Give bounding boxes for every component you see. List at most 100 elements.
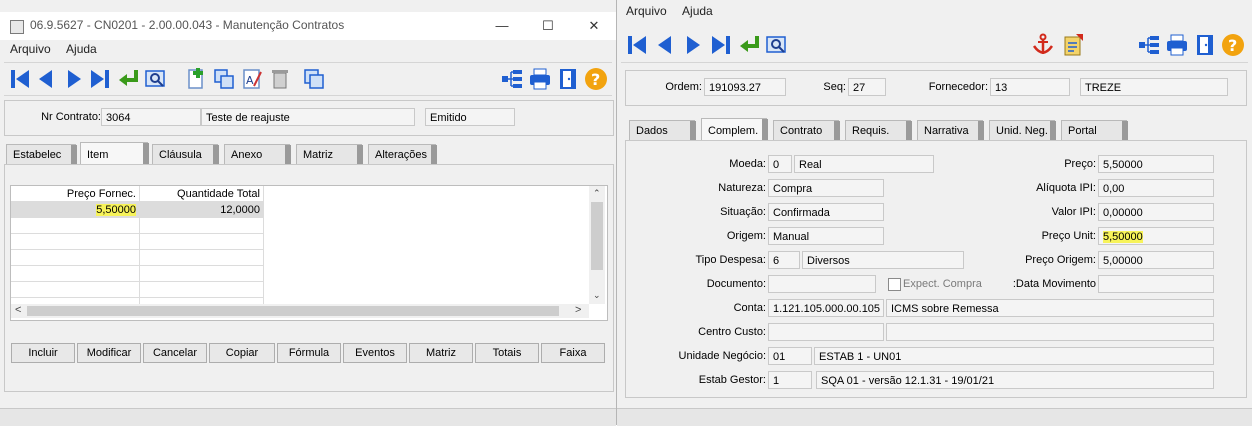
tab-complem[interactable]: Complem. — [701, 118, 768, 141]
exit-door-icon[interactable] — [556, 67, 580, 91]
conta-field[interactable]: 1.121.105.000.00.105 — [768, 299, 884, 317]
exit-door-icon[interactable] — [1193, 33, 1217, 57]
delete-record-icon[interactable] — [268, 67, 292, 91]
help-icon[interactable]: ? — [584, 67, 608, 91]
empty-cell[interactable] — [11, 234, 140, 250]
empty-cell[interactable] — [140, 234, 264, 250]
empty-cell[interactable] — [11, 266, 140, 282]
table-row-cell-preco[interactable]: 5,50000 — [11, 202, 140, 218]
horizontal-scrollbar-thumb[interactable] — [27, 306, 559, 316]
scroll-left-arrow-icon[interactable]: < — [15, 304, 21, 316]
fornecedor-code-field[interactable]: 13 — [990, 78, 1070, 96]
scroll-up-arrow-icon[interactable]: ⌃ — [593, 188, 601, 199]
tab-alteracoes[interactable]: Alterações — [368, 144, 437, 165]
items-grid[interactable]: Preço Fornec. Quantidade Total 5,50000 1… — [10, 185, 608, 321]
preco-unit-field[interactable]: 5,50000 — [1098, 227, 1214, 245]
empty-cell[interactable] — [140, 250, 264, 266]
next-record-icon[interactable] — [62, 67, 86, 91]
empty-cell[interactable] — [140, 218, 264, 234]
tipo-despesa-code-field[interactable]: 6 — [768, 251, 800, 269]
faixa-button[interactable]: Faixa — [541, 343, 605, 363]
new-record-icon[interactable] — [184, 67, 208, 91]
empty-cell[interactable] — [140, 282, 264, 298]
anchor-icon[interactable] — [1031, 33, 1055, 57]
situacao-field[interactable]: Confirmada — [768, 203, 884, 221]
close-button[interactable]: ✕ — [572, 14, 616, 38]
table-row-cell-quantidade[interactable]: 12,0000 — [140, 202, 264, 218]
last-record-icon[interactable] — [88, 67, 112, 91]
go-to-icon[interactable] — [737, 33, 761, 57]
tab-anexo[interactable]: Anexo — [224, 144, 291, 165]
last-record-icon[interactable] — [709, 33, 733, 57]
valor-ipi-field[interactable]: 0,00000 — [1098, 203, 1214, 221]
menu-ajuda[interactable]: Ajuda — [66, 42, 97, 56]
estab-gestor-code-field[interactable]: 1 — [768, 371, 812, 389]
scrollbar-thumb[interactable] — [591, 202, 603, 270]
print-icon[interactable] — [1165, 33, 1189, 57]
tab-estabelec[interactable]: Estabelec — [6, 144, 77, 165]
empty-cell[interactable] — [140, 266, 264, 282]
tab-clausula[interactable]: Cláusula — [152, 144, 219, 165]
tab-dados[interactable]: Dados — [629, 120, 696, 141]
minimize-button[interactable]: — — [480, 14, 524, 38]
centro-custo-field[interactable] — [768, 323, 884, 341]
menu-arquivo-right[interactable]: Arquivo — [626, 4, 667, 18]
copy-record-icon[interactable] — [212, 67, 236, 91]
contract-description-field[interactable]: Teste de reajuste — [201, 108, 415, 126]
tree-list-icon[interactable] — [500, 67, 524, 91]
previous-record-icon[interactable] — [34, 67, 58, 91]
column-header-preco-fornec[interactable]: Preço Fornec. — [11, 186, 140, 202]
tree-list-icon[interactable] — [1137, 33, 1161, 57]
incluir-button[interactable]: Incluir — [11, 343, 75, 363]
scroll-down-arrow-icon[interactable]: ⌄ — [593, 290, 601, 301]
formula-button[interactable]: Fórmula — [277, 343, 341, 363]
column-header-quantidade-total[interactable]: Quantidade Total — [140, 186, 264, 202]
first-record-icon[interactable] — [8, 67, 32, 91]
tab-contrato[interactable]: Contrato — [773, 120, 840, 141]
eventos-button[interactable]: Eventos — [343, 343, 407, 363]
tab-requis[interactable]: Requis. — [845, 120, 912, 141]
preco-field[interactable]: 5,50000 — [1098, 155, 1214, 173]
help-icon[interactable]: ? — [1221, 33, 1245, 57]
tab-unid-neg[interactable]: Unid. Neg. — [989, 120, 1056, 141]
next-record-icon[interactable] — [681, 33, 705, 57]
unidade-negocio-code-field[interactable]: 01 — [768, 347, 812, 365]
previous-record-icon[interactable] — [653, 33, 677, 57]
empty-cell[interactable] — [11, 250, 140, 266]
tab-item[interactable]: Item — [80, 142, 149, 165]
menu-arquivo[interactable]: Arquivo — [10, 42, 51, 56]
matriz-button[interactable]: Matriz — [409, 343, 473, 363]
data-movimento-field[interactable] — [1098, 275, 1214, 293]
origem-field[interactable]: Manual — [768, 227, 884, 245]
report-icon[interactable] — [1061, 33, 1085, 57]
scroll-right-arrow-icon[interactable]: > — [575, 304, 581, 316]
tab-narrativa[interactable]: Narrativa — [917, 120, 984, 141]
edit-record-icon[interactable]: A — [240, 67, 264, 91]
copiar-button[interactable]: Copiar — [209, 343, 275, 363]
nr-contrato-field[interactable]: 3064 — [101, 108, 201, 126]
moeda-code-field[interactable]: 0 — [768, 155, 792, 173]
empty-cell[interactable] — [11, 282, 140, 298]
first-record-icon[interactable] — [625, 33, 649, 57]
search-icon[interactable] — [765, 33, 789, 57]
aliquota-ipi-field[interactable]: 0,00 — [1098, 179, 1214, 197]
window-icon[interactable] — [302, 67, 326, 91]
empty-cell[interactable] — [11, 218, 140, 234]
documento-field[interactable] — [768, 275, 876, 293]
print-icon[interactable] — [528, 67, 552, 91]
natureza-field[interactable]: Compra — [768, 179, 884, 197]
vertical-scrollbar[interactable]: ⌃ ⌄ — [589, 186, 605, 304]
go-to-icon[interactable] — [116, 67, 140, 91]
cancelar-button[interactable]: Cancelar — [143, 343, 207, 363]
modificar-button[interactable]: Modificar — [77, 343, 141, 363]
search-icon[interactable] — [144, 67, 168, 91]
horizontal-scrollbar[interactable]: < > — [11, 304, 589, 318]
preco-origem-field[interactable]: 5,00000 — [1098, 251, 1214, 269]
expect-compra-checkbox[interactable] — [888, 278, 901, 291]
ordem-field[interactable]: 191093.27 — [704, 78, 786, 96]
menu-ajuda-right[interactable]: Ajuda — [682, 4, 713, 18]
tab-portal[interactable]: Portal — [1061, 120, 1128, 141]
seq-field[interactable]: 27 — [848, 78, 886, 96]
totais-button[interactable]: Totais — [475, 343, 539, 363]
maximize-button[interactable]: ☐ — [526, 14, 570, 38]
